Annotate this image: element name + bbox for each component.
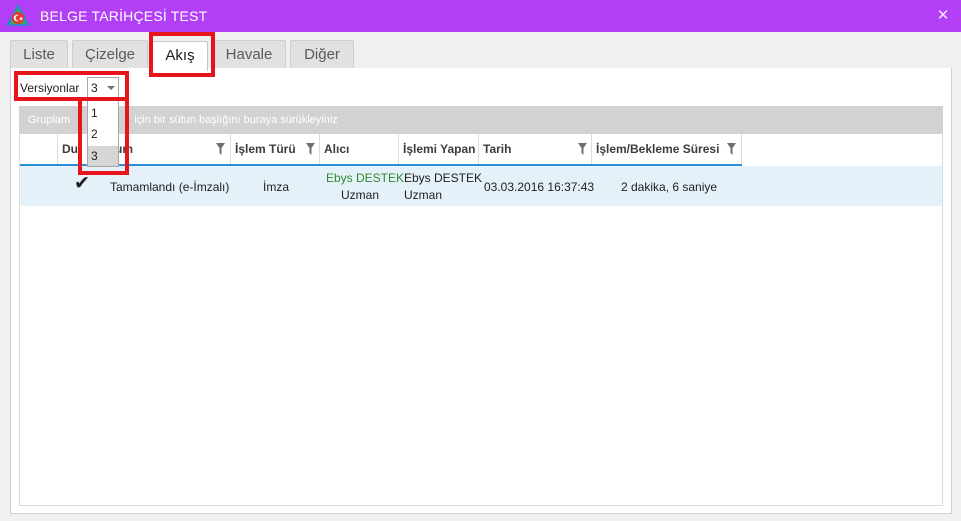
checkmark-icon: ✔	[74, 173, 90, 194]
durum-header-label: Du	[62, 142, 78, 156]
tarih-header-label: Tarih	[483, 142, 512, 156]
table-row[interactable]: ✔ Tamamlandı (e-İmzalı) İmza Ebys DESTEK…	[20, 166, 942, 206]
cell-alici-title: Uzman	[341, 188, 380, 202]
close-button[interactable]: ✕	[933, 6, 953, 26]
cell-alici-name: Ebys DESTEK	[326, 171, 405, 185]
group-hint-start: Gruplam	[28, 114, 71, 126]
islem-turu-header-label: İşlem Türü	[235, 142, 296, 156]
cell-islemi-yapan-title: Uzman	[404, 188, 443, 202]
tab-akis[interactable]: Akış	[152, 41, 208, 71]
filter-icon[interactable]	[306, 143, 315, 155]
sure-header-label: İşlem/Bekleme Süresi	[596, 142, 720, 156]
column-header-tarih[interactable]: Tarih	[479, 134, 592, 165]
versions-label: Versiyonlar	[20, 81, 80, 95]
column-header-islem-turu[interactable]: İşlem Türü	[231, 134, 320, 165]
history-grid: Du um İşlem Türü Alıcı İşlemi Yapan Tarih…	[19, 134, 943, 506]
version-option-3[interactable]: 3	[88, 146, 118, 166]
column-header-alici[interactable]: Alıcı	[320, 134, 399, 165]
cell-durum: Tamamlandı (e-İmzalı)	[110, 180, 230, 194]
tab-havale[interactable]: Havale	[212, 40, 286, 68]
tab-diger[interactable]: Diğer	[290, 40, 354, 68]
filter-icon[interactable]	[727, 143, 736, 155]
chevron-down-icon[interactable]	[107, 86, 115, 90]
version-option-2[interactable]: 2	[88, 124, 118, 144]
column-header-select[interactable]	[20, 134, 58, 165]
filter-icon[interactable]	[578, 143, 587, 155]
cell-islem-turu: İmza	[263, 180, 290, 194]
tab-liste[interactable]: Liste	[10, 40, 68, 68]
column-header-sure[interactable]: İşlem/Bekleme Süresi	[592, 134, 742, 165]
versions-selected-value: 3	[91, 81, 98, 95]
column-header-durum[interactable]: Du um	[58, 134, 231, 165]
window-title: BELGE TARİHÇESİ TEST	[40, 8, 208, 24]
cell-tarih: 03.03.2016 16:37:43	[484, 180, 595, 194]
column-header-islemi-yapan[interactable]: İşlemi Yapan	[399, 134, 479, 165]
app-logo-icon	[6, 3, 30, 26]
group-hint-end: için bir sütun başlığını buraya sürükley…	[134, 114, 338, 126]
cell-islemi-yapan-name: Ebys DESTEK	[404, 171, 483, 185]
filter-icon[interactable]	[216, 143, 225, 155]
version-option-1[interactable]: 1	[88, 103, 118, 123]
versions-dropdown-list: 1 2 3	[87, 99, 119, 167]
tab-cizelge[interactable]: Çizelge	[72, 40, 148, 68]
versions-combobox[interactable]: 3	[87, 77, 119, 98]
cell-sure: 2 dakika, 6 saniye	[621, 180, 718, 194]
title-bar: BELGE TARİHÇESİ TEST ✕	[0, 0, 961, 32]
group-by-panel[interactable]: Gruplam için bir sütun başlığını buraya s…	[19, 106, 943, 134]
